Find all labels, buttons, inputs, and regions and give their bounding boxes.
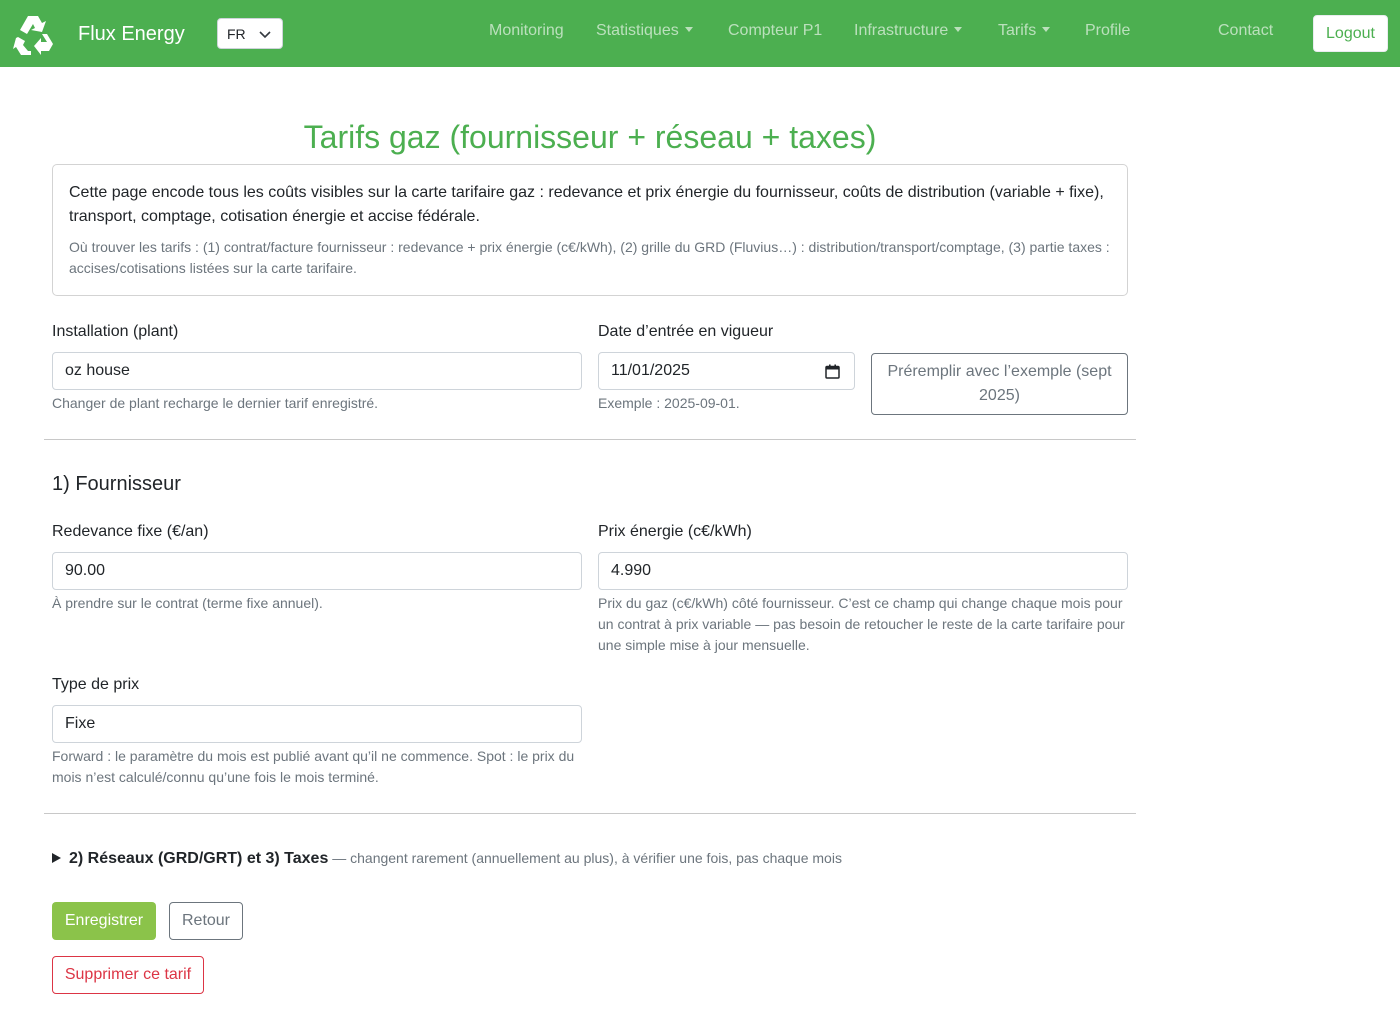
nav-profile[interactable]: Profile [1085, 21, 1130, 41]
nav-statistiques-label: Statistiques [596, 22, 679, 39]
nav-tarifs[interactable]: Tarifs [998, 21, 1051, 41]
prefill-example-button[interactable]: Préremplir avec l’exemple (sept 2025) [871, 353, 1128, 415]
nav-compteur-p1[interactable]: Compteur P1 [728, 21, 822, 41]
date-input-value: 11/01/2025 [611, 362, 690, 379]
navbar: Flux Energy FR Monitoring Statistiques C… [0, 0, 1400, 67]
prix-energie-input[interactable]: 4.990 [598, 552, 1128, 590]
prix-energie-help: Prix du gaz (c€/kWh) côté fournisseur. C… [598, 595, 1125, 653]
networks-taxes-note: — changent rarement (annuellement au plu… [328, 850, 842, 866]
nav-tarifs-label: Tarifs [998, 22, 1037, 39]
calendar-icon[interactable] [825, 364, 840, 379]
recycle-logo-icon[interactable] [11, 10, 59, 58]
redevance-label: Redevance fixe (€/an) [52, 523, 209, 540]
plant-help: Changer de plant recharge le dernier tar… [52, 395, 379, 411]
date-label: Date d’entrée en vigueur [598, 323, 774, 340]
info-main-text: Cette page encode tous les coûts visible… [69, 184, 1104, 225]
redevance-help: À prendre sur le contrat (terme fixe ann… [52, 595, 323, 611]
delete-tariff-button[interactable]: Supprimer ce tarif [52, 956, 204, 994]
nav-contact[interactable]: Contact [1218, 21, 1273, 41]
chevron-down-icon [259, 31, 271, 39]
networks-taxes-title: 2) Réseaux (GRD/GRT) et 3) Taxes [69, 850, 329, 867]
language-select[interactable]: FR [217, 18, 283, 49]
nav-infrastructure[interactable]: Infrastructure [854, 21, 963, 41]
nav-missing-glyph-icon[interactable] [1167, 28, 1180, 43]
dropdown-caret-icon [684, 27, 693, 32]
date-help: Exemple : 2025-09-01. [598, 395, 740, 411]
plant-select[interactable]: oz house [52, 352, 582, 390]
plant-label: Installation (plant) [52, 323, 179, 340]
nav-statistiques[interactable]: Statistiques [596, 21, 693, 41]
section-divider [44, 813, 1136, 814]
redevance-input[interactable]: 90.00 [52, 552, 582, 590]
info-card: Cette page encode tous les coûts visible… [52, 164, 1128, 296]
brand-name[interactable]: Flux Energy [78, 22, 185, 46]
section-divider [44, 439, 1136, 440]
info-sub-text: Où trouver les tarifs : (1) contrat/fact… [69, 239, 1110, 276]
networks-taxes-summary[interactable]: 2) Réseaux (GRD/GRT) et 3) Taxes — chang… [52, 848, 1128, 868]
logout-button[interactable]: Logout [1313, 15, 1388, 52]
dropdown-caret-icon [954, 27, 963, 32]
language-select-value: FR [227, 26, 246, 42]
back-button[interactable]: Retour [169, 902, 243, 940]
nav-infrastructure-label: Infrastructure [854, 22, 949, 39]
nav-monitoring[interactable]: Monitoring [489, 21, 564, 41]
type-prix-select[interactable]: Fixe [52, 705, 582, 743]
prix-energie-label: Prix énergie (c€/kWh) [598, 523, 752, 540]
type-prix-help: Forward : le paramètre du mois est publi… [52, 748, 575, 785]
dropdown-caret-icon [1042, 27, 1051, 32]
disclosure-triangle-icon [52, 853, 61, 863]
type-prix-label: Type de prix [52, 676, 140, 693]
save-button[interactable]: Enregistrer [52, 902, 156, 940]
supplier-section-title: 1) Fournisseur [52, 473, 181, 495]
date-input[interactable]: 11/01/2025 [598, 352, 855, 390]
page-title: Tarifs gaz (fournisseur + réseau + taxes… [303, 119, 877, 155]
